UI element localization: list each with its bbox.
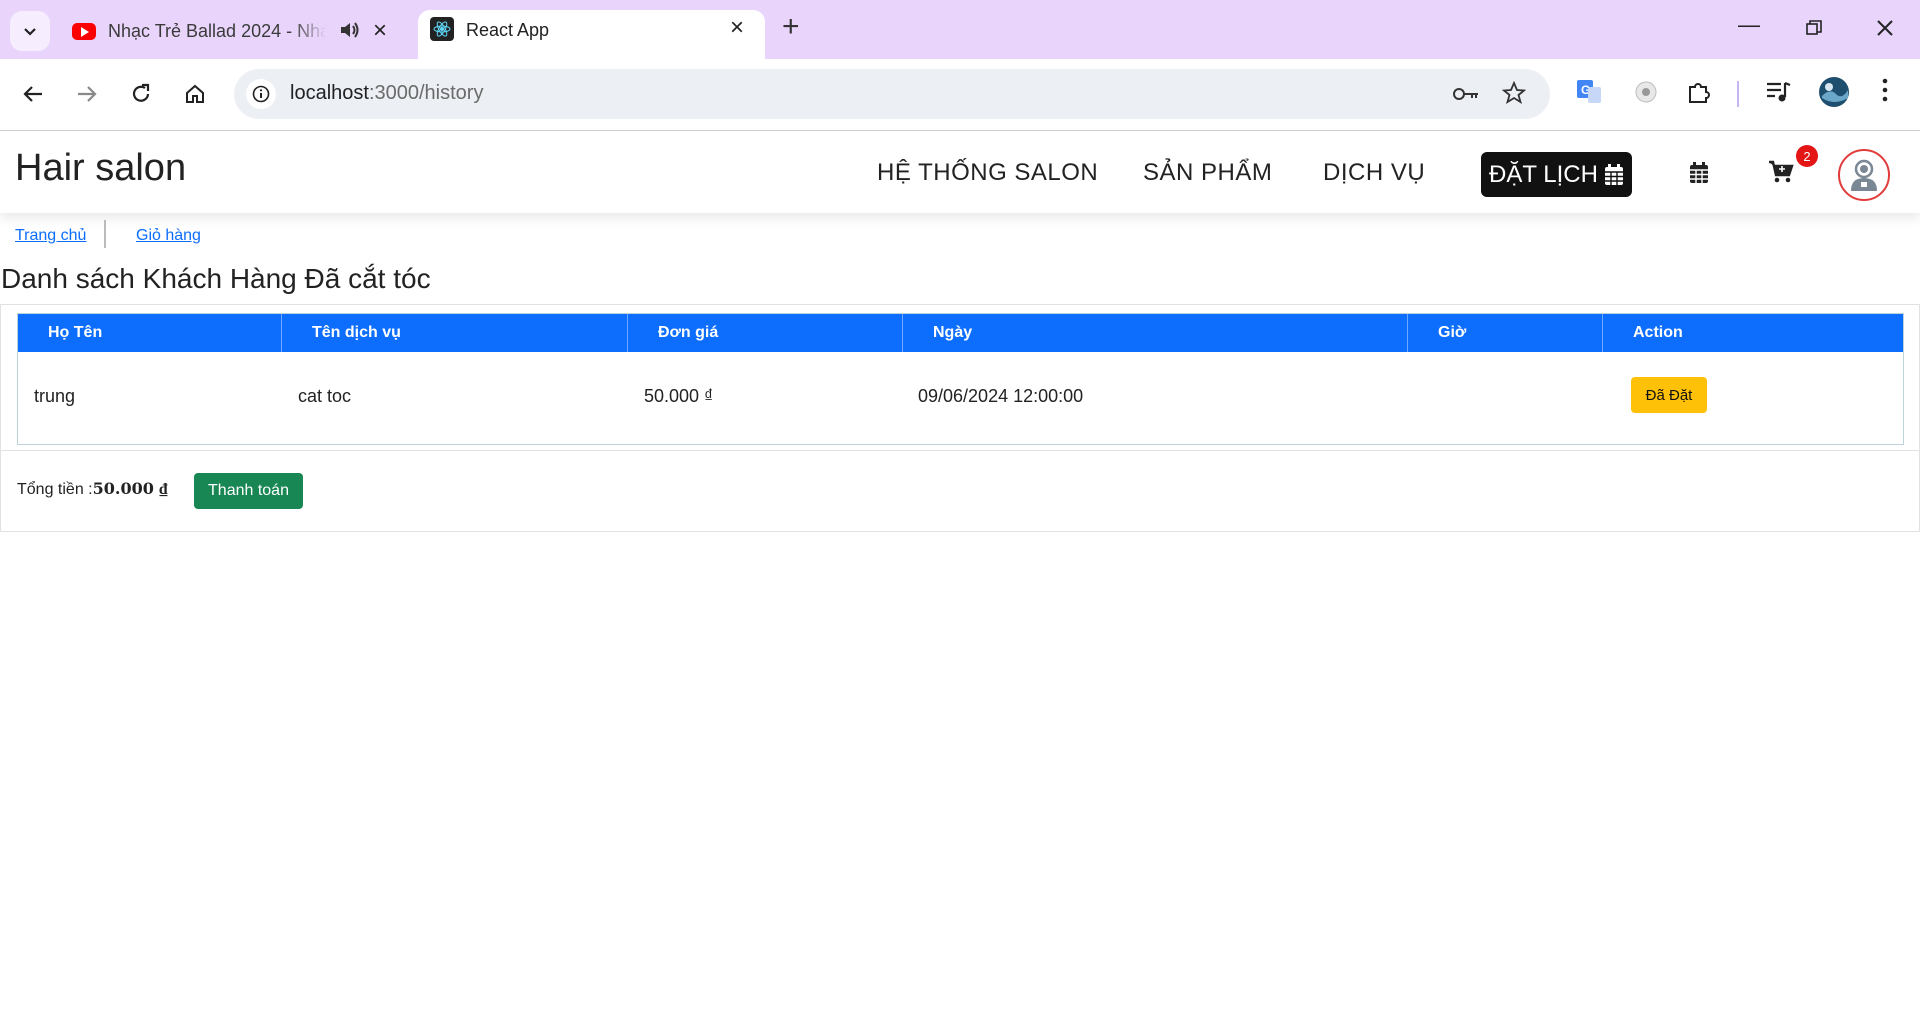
tab-search-button[interactable] <box>10 11 50 51</box>
site-info-icon[interactable] <box>246 79 276 109</box>
user-avatar[interactable] <box>1838 149 1890 201</box>
calendar-icon[interactable] <box>1689 162 1709 184</box>
cart-icon[interactable] <box>1768 160 1794 184</box>
column-header-action: Action <box>1633 324 1683 341</box>
tab-youtube[interactable]: Nhạc Trẻ Ballad 2024 - Nhạc × <box>70 12 400 50</box>
nav-products[interactable]: SẢN PHẨM <box>1143 159 1272 187</box>
speaker-icon[interactable] <box>338 19 360 41</box>
user-icon <box>1851 159 1877 191</box>
more-menu-icon[interactable] <box>1880 77 1890 110</box>
total-summary: Tổng tiền :50.000 ₫ <box>17 479 168 499</box>
reload-icon[interactable] <box>126 79 156 109</box>
breadcrumb-divider <box>104 220 106 248</box>
cell-date: 09/06/2024 12:00:00 <box>918 386 1084 406</box>
total-label: Tổng tiền : <box>17 481 93 498</box>
table-header: Họ Tên Tên dịch vụ Đơn giá Ngày Giờ Acti… <box>18 314 1903 352</box>
extensions-puzzle-icon[interactable] <box>1686 79 1712 110</box>
media-control-icon[interactable] <box>1765 79 1791 110</box>
site-header: Hair salon HỆ THỐNG SALON SẢN PHẨM DỊCH … <box>0 131 1920 213</box>
cell-price: 50.000 ₫ <box>644 386 714 406</box>
pay-button[interactable]: Thanh toán <box>194 473 303 509</box>
forward-icon[interactable] <box>72 79 102 109</box>
page-title: Danh sách Khách Hàng Đã cắt tóc <box>1 263 431 294</box>
translate-extension-icon[interactable]: G <box>1576 79 1602 110</box>
divider <box>1 450 1919 451</box>
minimize-icon[interactable]: — <box>1738 12 1760 38</box>
browser-tabstrip: Nhạc Trẻ Ballad 2024 - Nhạc × React App … <box>0 0 1920 59</box>
history-table: Họ Tên Tên dịch vụ Đơn giá Ngày Giờ Acti… <box>17 313 1904 445</box>
nav-salon-system[interactable]: HỆ THỐNG SALON <box>877 159 1098 187</box>
toolbar-divider <box>1737 81 1739 107</box>
react-icon <box>430 17 454 41</box>
total-value: 50.000 ₫ <box>92 479 168 498</box>
nav-services[interactable]: DỊCH VỤ <box>1323 159 1425 187</box>
brand-logo-text[interactable]: Hair salon <box>15 147 186 190</box>
column-header-service: Tên dịch vụ <box>282 314 628 352</box>
cart-count-badge: 2 <box>1796 145 1818 167</box>
tab-react-app[interactable]: React App × <box>418 10 765 59</box>
breadcrumb-cart-link[interactable]: Giỏ hàng <box>136 227 201 245</box>
chevron-down-icon <box>24 28 36 36</box>
browser-toolbar: localhost:3000/history G <box>0 59 1920 131</box>
key-icon[interactable] <box>1452 83 1480 105</box>
calendar-icon <box>1604 163 1623 185</box>
restore-icon[interactable] <box>1806 20 1822 36</box>
column-header-name: Họ Tên <box>18 314 282 352</box>
tab-title: React App <box>466 20 550 40</box>
booking-button[interactable]: ĐẶT LỊCH <box>1481 152 1632 197</box>
bookmark-star-icon[interactable] <box>1502 81 1526 105</box>
breadcrumb-home-link[interactable]: Trang chủ <box>15 227 86 245</box>
profile-avatar-icon[interactable] <box>1818 76 1850 113</box>
tab-title: Nhạc Trẻ Ballad 2024 - Nhạc <box>108 20 326 41</box>
cell-name: trung <box>34 386 76 406</box>
cell-service: cat toc <box>298 386 352 406</box>
history-card: Họ Tên Tên dịch vụ Đơn giá Ngày Giờ Acti… <box>0 304 1920 532</box>
close-window-icon[interactable] <box>1876 19 1894 37</box>
column-header-date: Ngày <box>903 314 1408 352</box>
extension-icon[interactable] <box>1633 79 1659 110</box>
youtube-icon <box>72 22 96 40</box>
new-tab-icon[interactable]: + <box>782 10 800 44</box>
column-header-time: Giờ <box>1408 314 1603 352</box>
column-header-price: Đơn giá <box>628 314 903 352</box>
url-text[interactable]: localhost:3000/history <box>290 82 483 105</box>
booking-label: ĐẶT LỊCH <box>1489 160 1598 188</box>
back-icon[interactable] <box>18 79 48 109</box>
home-icon[interactable] <box>180 79 210 109</box>
close-icon[interactable]: × <box>730 14 744 42</box>
booked-status-button[interactable]: Đã Đặt <box>1631 377 1707 413</box>
address-bar[interactable]: localhost:3000/history <box>234 69 1550 119</box>
close-icon[interactable]: × <box>373 17 387 45</box>
